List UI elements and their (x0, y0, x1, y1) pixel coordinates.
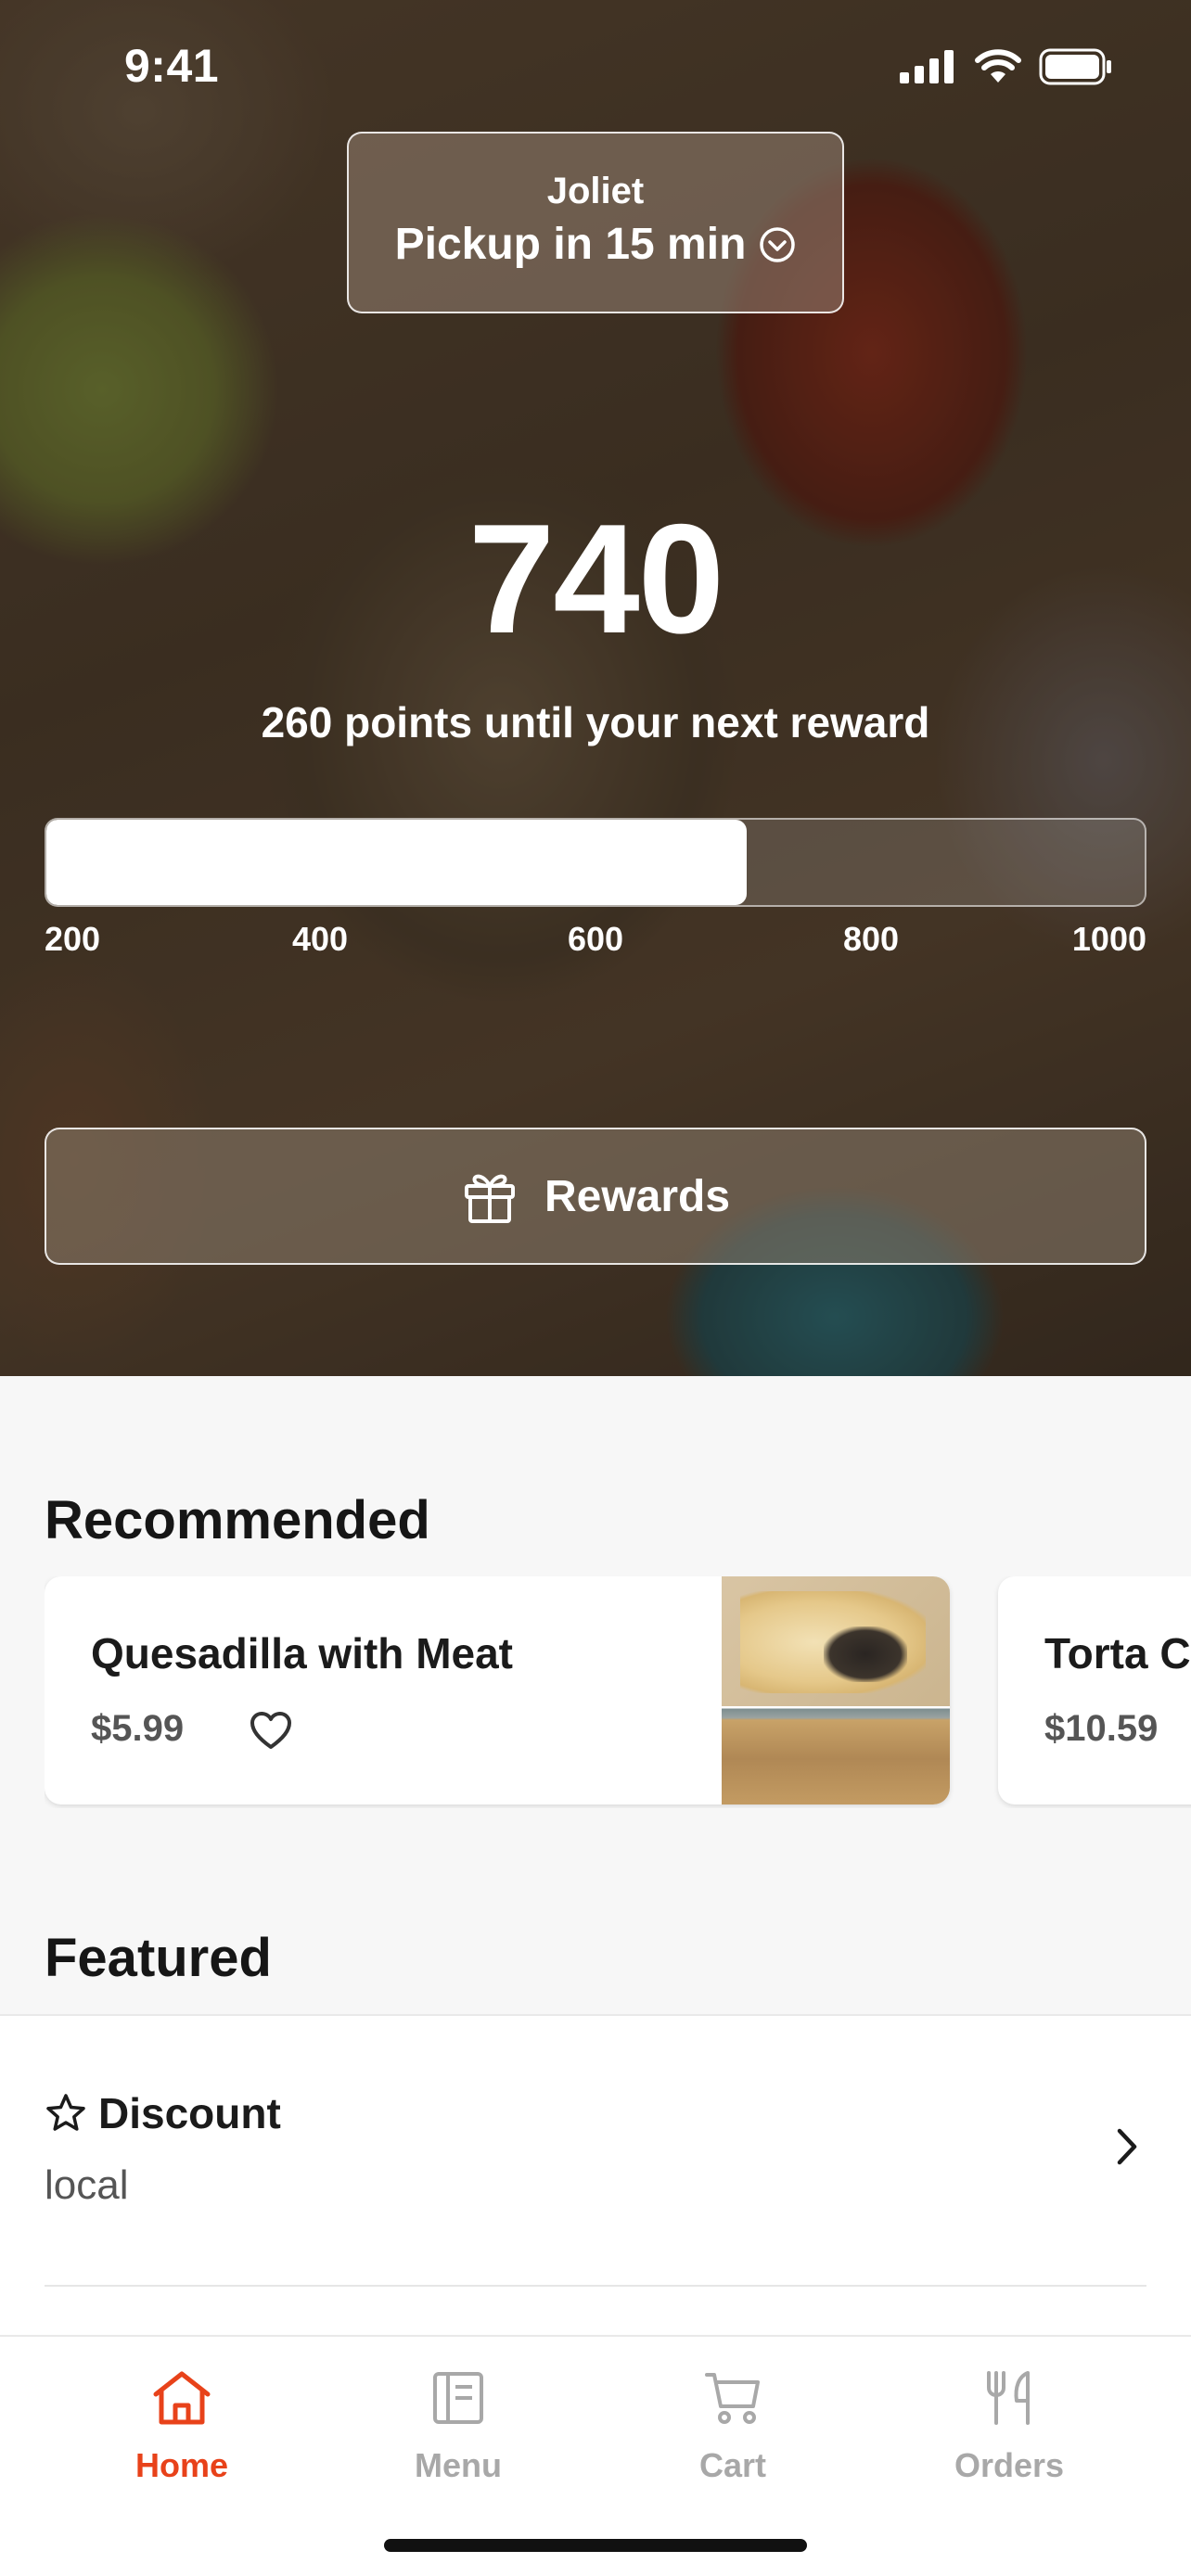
chevron-down-circle-icon (760, 226, 796, 262)
cellular-signal-icon (900, 50, 954, 83)
star-icon (46, 2094, 85, 2131)
location-selector[interactable]: Joliet Pickup in 15 min (347, 132, 844, 313)
chevron-right-icon (1117, 2128, 1137, 2165)
wifi-icon (975, 49, 1021, 83)
battery-icon (1039, 48, 1111, 85)
item-photo (722, 1576, 950, 1804)
status-bar: 9:41 (0, 0, 1191, 130)
scale-label: 1000 (1071, 920, 1146, 958)
tab-orders-label: Orders (954, 2446, 1065, 2484)
points-progress-fill (46, 820, 747, 905)
fork-knife-icon (987, 2371, 1030, 2425)
featured-item-discount[interactable]: Discount local (0, 2016, 1191, 2287)
recommended-item-card[interactable]: Torta C $10.59 (998, 1576, 1191, 1804)
rewards-label: Rewards (544, 1171, 731, 1221)
points-caption: 260 points until your next reward (261, 698, 930, 746)
pickup-label: Pickup in 15 min (394, 220, 747, 269)
hero-banner: 9:41 Joliet Pickup in 15 min 740 260 poi… (0, 0, 1191, 1376)
location-city: Joliet (546, 171, 645, 211)
featured-list: Discount local (0, 2014, 1191, 2339)
menu-book-icon (433, 2372, 483, 2424)
tab-cart[interactable]: Cart (594, 2361, 872, 2509)
item-price: $5.99 (91, 1708, 185, 1749)
scale-label: 600 (567, 920, 624, 958)
tab-orders[interactable]: Orders (870, 2361, 1148, 2509)
favorite-button[interactable] (245, 1704, 297, 1756)
featured-heading: Featured (45, 1928, 272, 1988)
points-balance: 740 (467, 491, 724, 666)
item-price: $10.59 (1044, 1708, 1159, 1749)
pickup-time: Pickup in 15 min (349, 219, 842, 270)
tab-menu-label: Menu (415, 2446, 502, 2484)
rewards-button[interactable]: Rewards (45, 1128, 1146, 1265)
recommended-item-card[interactable]: Quesadilla with Meat $5.99 (45, 1576, 950, 1804)
points-progress-bar (45, 818, 1146, 907)
item-name: Quesadilla with Meat (91, 1629, 513, 1677)
tab-menu[interactable]: Menu (319, 2361, 597, 2509)
home-icon (153, 2371, 211, 2425)
scale-label: 400 (291, 920, 349, 958)
heart-icon (250, 1712, 291, 1749)
gift-icon (464, 1174, 515, 1223)
recommended-carousel[interactable]: Quesadilla with Meat $5.99 Torta C $10.5… (45, 1576, 1191, 1808)
scale-label: 800 (842, 920, 900, 958)
status-time: 9:41 (124, 40, 220, 92)
tab-home[interactable]: Home (43, 2361, 321, 2509)
featured-item-subtitle: local (45, 2162, 129, 2208)
progress-scale-labels: 200 400 600 800 1000 (45, 920, 1146, 966)
featured-item-name: Discount (98, 2089, 281, 2137)
item-name: Torta C (1044, 1629, 1191, 1677)
divider (45, 2285, 1146, 2287)
status-icons (900, 48, 1113, 85)
tab-home-label: Home (134, 2446, 229, 2484)
featured-item-title: Discount (45, 2088, 281, 2138)
scale-label: 200 (45, 920, 101, 958)
tab-cart-label: Cart (698, 2446, 767, 2484)
recommended-heading: Recommended (45, 1490, 430, 1550)
home-indicator (384, 2539, 807, 2552)
cart-icon (705, 2373, 760, 2424)
